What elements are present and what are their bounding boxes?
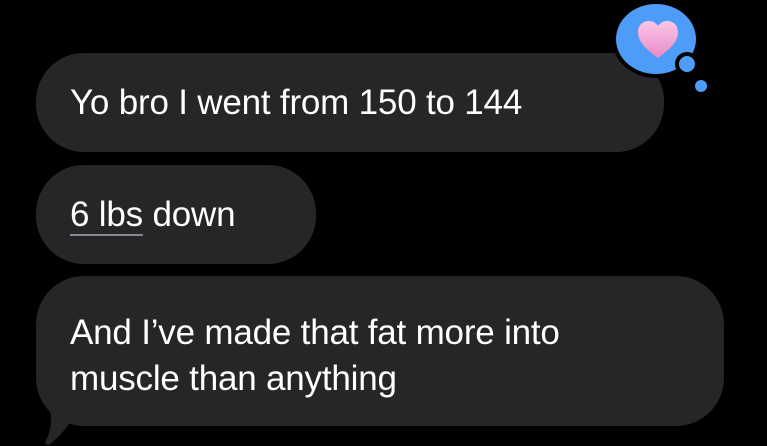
message-bubble-2[interactable]: 6 lbs down (36, 165, 316, 264)
bubble-tail (44, 392, 84, 445)
heart-icon (638, 21, 678, 58)
message-bubble-3[interactable]: And I’ve made that fat more into muscle … (36, 276, 724, 426)
message-text-1: Yo bro I went from 150 to 144 (70, 83, 523, 122)
tapback-tail-dot (675, 52, 699, 76)
message-bubble-1[interactable]: Yo bro I went from 150 to 144 (36, 53, 664, 152)
detected-measurement-link[interactable]: 6 lbs (70, 195, 143, 234)
message-text-2: down (142, 195, 236, 234)
message-text-3-line-1: And I’ve made that fat more into (70, 313, 560, 352)
tapback-tail-dot-small (695, 80, 707, 92)
message-text-3-line-2: muscle than anything (70, 359, 397, 398)
